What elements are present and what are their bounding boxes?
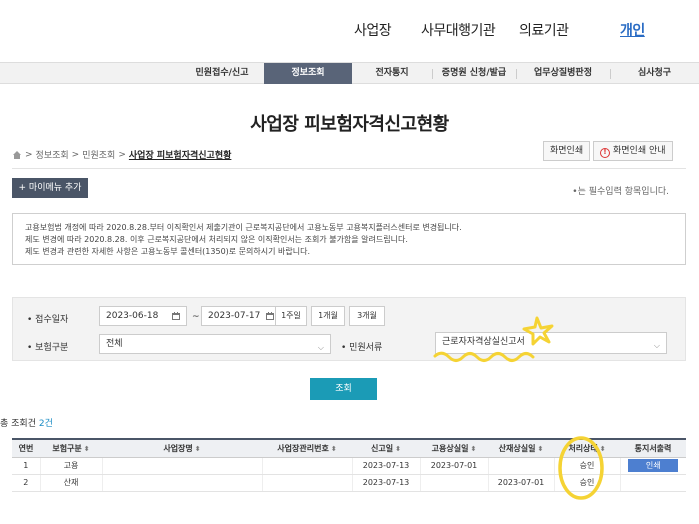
divider [12, 168, 686, 169]
notice-line: 고용보험법 개정에 따라 2020.8.28.부터 이직확인서 제출기관이 근로… [25, 223, 462, 232]
required-note: •는 필수입력 항목입니다. [572, 187, 669, 197]
col-header[interactable]: 산재상실일 ⬍ [488, 438, 554, 458]
date-from-input[interactable]: 2023-06-18 [99, 306, 187, 326]
sort-icon: ⬍ [395, 444, 401, 453]
print-guide-button[interactable]: ! 화면인쇄 안내 [593, 141, 673, 161]
col-header[interactable]: 신고일 ⬍ [352, 438, 420, 458]
sort-icon: ⬍ [194, 444, 201, 453]
period-1week-button[interactable]: 1주일 [275, 306, 307, 326]
status-cell: 승인 [553, 457, 620, 475]
nav-medical[interactable]: 의료기관 [519, 20, 569, 40]
home-icon[interactable] [12, 150, 22, 160]
search-form: • 접수일자 2023-06-18 ~ 2023-07-17 1주일 1개월 3… [12, 297, 686, 361]
notice-line: 제도 변경에 따라 2020.8.28. 이후 근로복지공단에서 처리되지 않은… [25, 235, 408, 244]
chevron-down-icon: ⌵ [317, 343, 324, 352]
col-header: 통지서출력 [620, 438, 686, 458]
nav-business[interactable]: 사업장 [354, 20, 392, 40]
sort-icon: ⬍ [537, 444, 544, 453]
add-mymenu-button[interactable]: + 마이메뉴 추가 [12, 178, 88, 198]
breadcrumb: > 정보조회 > 민원조회 > 사업장 피보험자격신고현황 [12, 148, 231, 161]
col-header[interactable]: 사업장명 ⬍ [102, 438, 262, 458]
menu-certificate[interactable]: 증명원 신청/발급 [432, 63, 516, 84]
period-1month-button[interactable]: 1개월 [311, 306, 345, 326]
search-button[interactable]: 조회 [310, 378, 377, 400]
sort-icon: ⬍ [330, 444, 337, 453]
nav-agency[interactable]: 사무대행기관 [421, 20, 496, 40]
print-button[interactable]: 화면인쇄 [543, 141, 591, 161]
page-title: 사업장 피보험자격신고현황 [250, 114, 449, 135]
calendar-icon[interactable] [171, 311, 181, 321]
period-3month-button[interactable]: 3개월 [349, 306, 385, 326]
total-count: 총 조회건 2건 [0, 419, 53, 429]
doc-label: • 민원서류 [341, 343, 383, 353]
calendar-icon[interactable] [265, 311, 275, 321]
doc-select[interactable]: 근로자자격상실신고서 ⌵ [435, 332, 667, 354]
results-table: 연번 보험구분 ⬍ 사업장명 ⬍ 사업장관리번호 ⬍ 신고일 ⬍ 고용상실일 ⬍ 산재상실… [12, 438, 686, 492]
sort-icon: ⬍ [83, 444, 90, 453]
date-to-input[interactable]: 2023-07-17 [201, 306, 281, 326]
table-row: 2 산재 2023-07-13 2023-07-01 승인 [12, 474, 686, 492]
col-header[interactable]: 처리상태 ⬍ [554, 438, 620, 458]
insurance-select[interactable]: 전체 ⌵ [99, 334, 331, 354]
main-menu-bar: 민원접수/신고 정보조회 전자통지 증명원 신청/발급 업무상질병판정 심사청구 [0, 62, 699, 84]
date-label: • 접수일자 [27, 315, 69, 325]
notice-line: 제도 변경과 관련한 자세한 사항은 고용노동부 콜센터(1350)로 문의하시… [25, 247, 311, 256]
top-nav: 사업장 사무대행기관 의료기관 개인 [0, 0, 699, 58]
print-notice-button[interactable]: 인쇄 [628, 459, 679, 472]
menu-info-inquiry[interactable]: 정보조회 [264, 63, 352, 84]
status-cell: 승인 [553, 474, 620, 492]
breadcrumb-item[interactable]: 정보조회 [36, 148, 69, 161]
notice-box: 고용보험법 개정에 따라 2020.8.28.부터 이직확인서 제출기관이 근로… [12, 213, 686, 265]
alert-icon: ! [600, 148, 610, 158]
menu-disease-judgment[interactable]: 업무상질병판정 [516, 63, 610, 84]
col-header[interactable]: 사업장관리번호 ⬍ [262, 438, 352, 458]
menu-civil-report[interactable]: 민원접수/신고 [180, 63, 264, 84]
menu-appeal[interactable]: 심사청구 [610, 63, 699, 84]
table-row: 1 고용 2023-07-13 2023-07-01 승인 인쇄 [12, 457, 686, 475]
insurance-label: • 보험구분 [27, 343, 69, 353]
breadcrumb-item[interactable]: 민원조회 [82, 148, 115, 161]
col-header[interactable]: 보험구분 ⬍ [40, 438, 102, 458]
breadcrumb-current: 사업장 피보험자격신고현황 [128, 151, 232, 161]
sort-icon: ⬍ [599, 444, 606, 453]
col-header: 연번 [12, 438, 40, 458]
menu-e-notice[interactable]: 전자통지 [352, 63, 432, 84]
nav-personal[interactable]: 개인 [620, 20, 645, 40]
chevron-down-icon: ⌵ [653, 341, 660, 350]
col-header[interactable]: 고용상실일 ⬍ [420, 438, 488, 458]
sort-icon: ⬍ [470, 444, 477, 453]
